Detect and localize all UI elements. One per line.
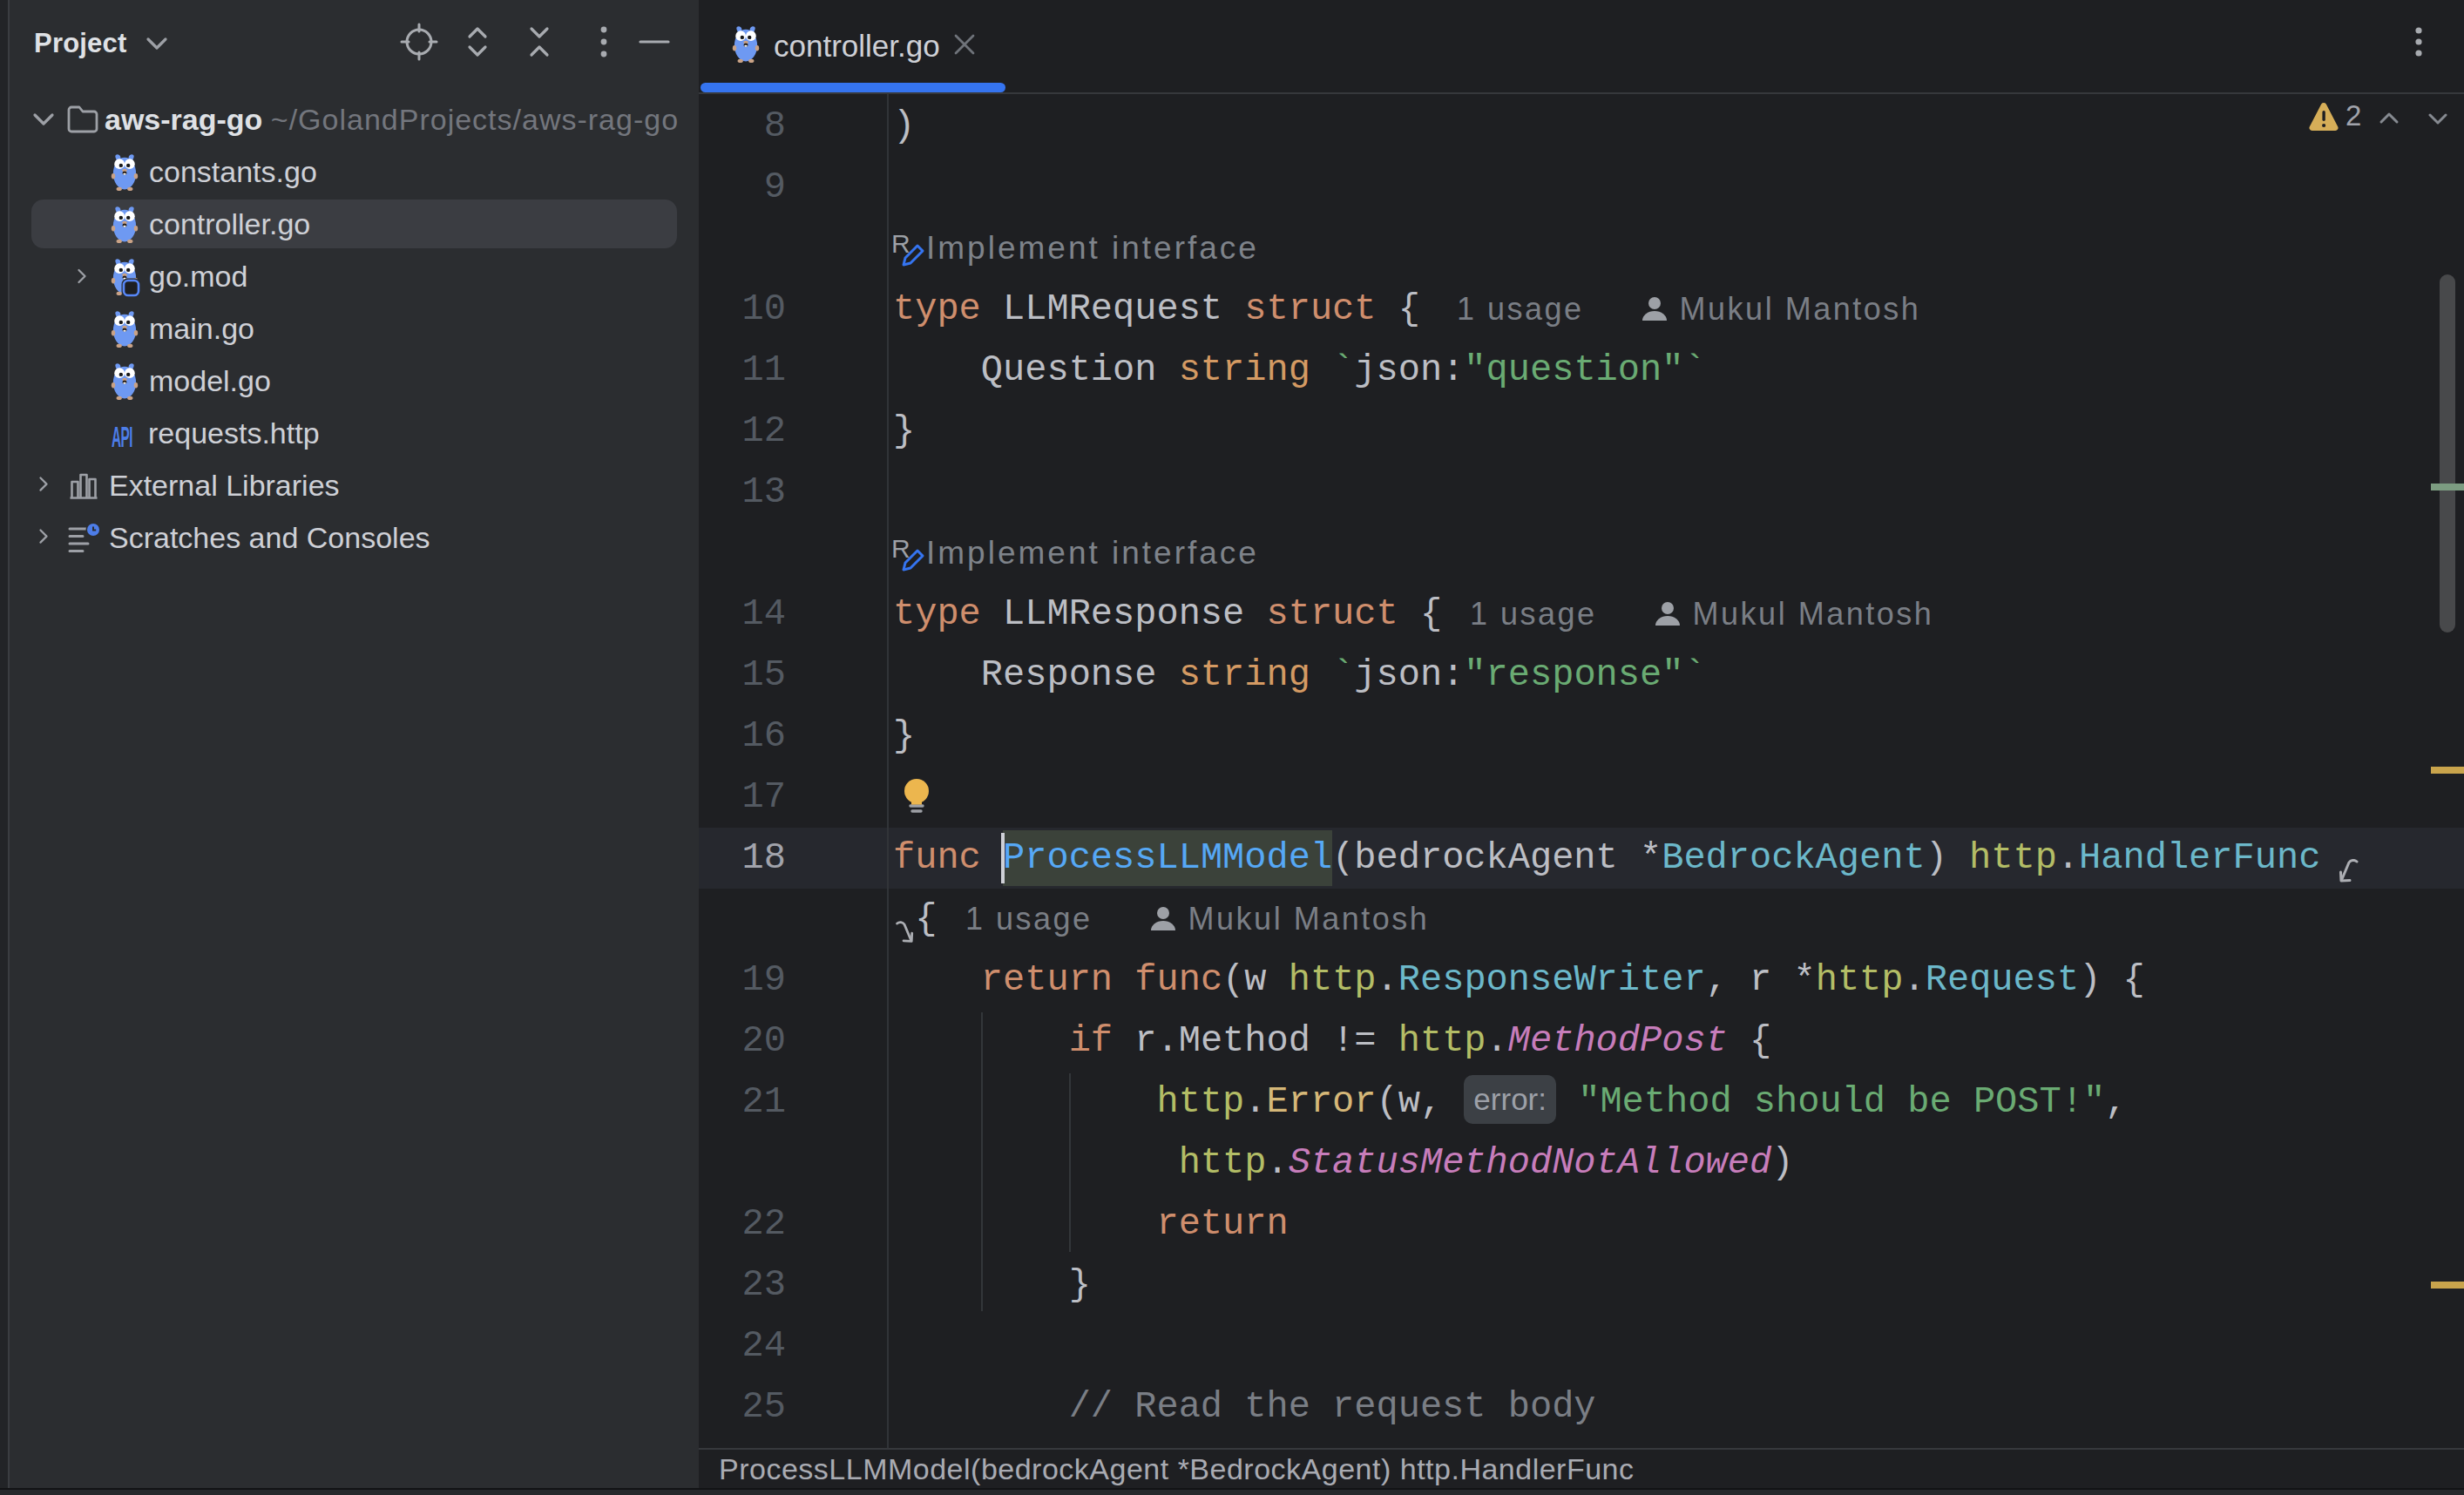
svg-text:R: R (891, 229, 910, 258)
svg-text:R: R (891, 534, 910, 563)
